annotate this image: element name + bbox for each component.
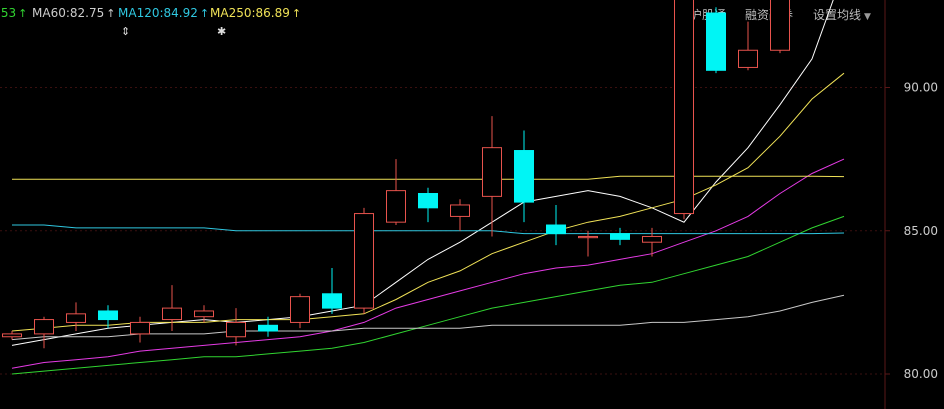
candle-body <box>642 235 662 243</box>
candle-body <box>98 310 118 321</box>
candle <box>354 207 374 314</box>
candle-body <box>418 193 438 209</box>
candle <box>162 285 182 332</box>
candle <box>642 227 662 257</box>
candle-body <box>258 324 278 332</box>
candle <box>770 0 790 54</box>
candle <box>34 316 54 349</box>
y-tick-label: 80.00 <box>904 367 938 381</box>
candle <box>130 316 150 343</box>
candle <box>706 7 726 74</box>
candle <box>578 230 598 257</box>
candle-body <box>290 296 310 323</box>
candle-body <box>226 321 246 338</box>
candle-body <box>738 49 758 68</box>
candle <box>514 130 534 223</box>
candle-body <box>34 319 54 335</box>
candle-body <box>194 310 214 318</box>
candle <box>546 204 566 246</box>
candle-body <box>354 213 374 309</box>
price-axis: 80.0085.0090.0095.00100.00 <box>884 0 938 409</box>
candle <box>450 199 470 231</box>
candle-body <box>674 0 694 215</box>
candlesticks <box>2 0 790 349</box>
candle <box>322 267 342 314</box>
candle-body <box>770 0 790 51</box>
candle-body <box>706 12 726 71</box>
candle <box>674 0 694 220</box>
candle <box>2 331 22 340</box>
candle-body <box>546 224 566 235</box>
candle <box>66 302 86 332</box>
candle-body <box>450 204 470 217</box>
candle <box>738 21 758 71</box>
candle-body <box>162 307 182 321</box>
candle-body <box>322 293 342 309</box>
candle-body <box>2 333 22 338</box>
y-tick-label: 85.00 <box>904 224 938 238</box>
candle <box>290 293 310 329</box>
candle-body <box>130 321 150 335</box>
candle <box>386 159 406 226</box>
candle-body <box>514 150 534 203</box>
candle-body <box>610 233 630 240</box>
candle-body <box>482 147 502 197</box>
candle-body <box>66 313 86 323</box>
y-tick-label: 90.00 <box>904 81 938 95</box>
candle-body <box>578 235 598 239</box>
candle <box>226 308 246 346</box>
candlestick-chart[interactable]: 80.0085.0090.0095.00100.00 101.66 <box>0 0 944 409</box>
ma30-line <box>11 215 845 375</box>
candle <box>418 187 438 223</box>
candle-body <box>386 190 406 223</box>
